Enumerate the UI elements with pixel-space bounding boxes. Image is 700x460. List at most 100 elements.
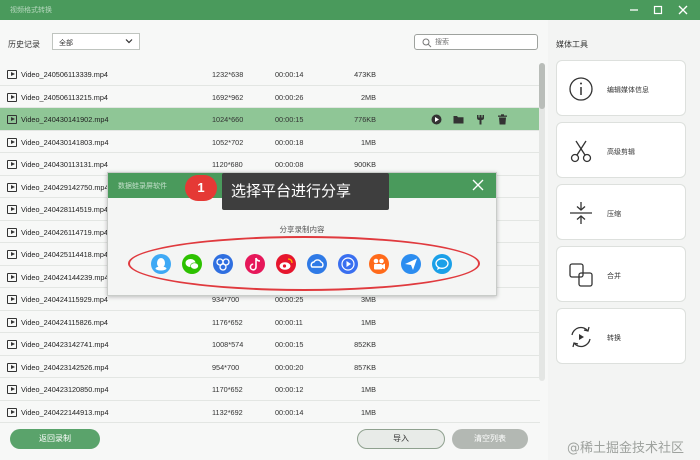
media-tools-title: 媒体工具 <box>556 40 588 49</box>
filter-select[interactable]: 全部 <box>52 33 140 50</box>
scrollbar-thumb[interactable] <box>539 63 545 109</box>
video-file-icon <box>7 115 17 124</box>
file-duration: 00:00:18 <box>275 137 304 147</box>
tool-label: 转换 <box>607 335 621 342</box>
video-file-icon <box>7 227 17 237</box>
table-row[interactable]: Video_240506113339.mp4 1232*638 00:00:14 47… <box>0 63 540 86</box>
video-file-icon <box>7 92 17 102</box>
file-duration: 00:00:14 <box>275 407 304 417</box>
chat-bubble-icon[interactable] <box>431 254 452 274</box>
tool-edit-media-info[interactable]: 编辑媒体信息 <box>556 60 686 116</box>
maximize-icon[interactable] <box>651 3 665 17</box>
tool-compress[interactable]: 压缩 <box>556 184 686 240</box>
filter-value: 全部 <box>59 40 73 47</box>
history-label: 历史记录 <box>8 40 40 49</box>
info-icon <box>569 77 593 101</box>
file-size: 2MB <box>360 92 376 102</box>
table-row[interactable]: Video_240506113215.mp4 1692*962 00:00:26 2M… <box>0 85 540 108</box>
weibo-icon[interactable] <box>275 254 296 274</box>
clear-list-button[interactable]: 清空列表 <box>452 429 528 449</box>
file-duration: 00:00:15 <box>275 340 304 349</box>
folder-icon[interactable] <box>453 114 464 125</box>
file-resolution: 1176*652 <box>212 317 243 327</box>
callout-text: 选择平台进行分享 <box>222 173 389 210</box>
app-title: 视频格式转换 <box>10 7 52 14</box>
file-duration: 00:00:15 <box>275 115 304 124</box>
file-name: Video_240425114418.mp4 <box>21 250 108 259</box>
share-title: 分享录制内容 <box>279 225 325 234</box>
video-file-icon <box>7 182 17 192</box>
file-name: Video_240422144913.mp4 <box>21 407 109 417</box>
video-file-icon <box>7 317 17 327</box>
video-file-icon <box>7 160 17 169</box>
table-row[interactable]: Video_240422144913.mp4 1132*692 00:00:14 1M… <box>0 400 540 423</box>
tool-merge[interactable]: 合并 <box>556 246 686 302</box>
scissors-icon <box>570 140 592 163</box>
close-icon[interactable] <box>472 179 484 191</box>
video-file-icon <box>7 205 17 214</box>
search-box[interactable] <box>414 34 538 50</box>
tools-icon[interactable] <box>475 114 486 125</box>
file-resolution: 934*700 <box>212 295 240 304</box>
file-size: 3MB <box>360 295 376 304</box>
tool-convert[interactable]: 转换 <box>556 308 686 364</box>
video-file-icon <box>7 362 17 372</box>
dialog-title: 数据蛙录屏软件 <box>118 183 167 190</box>
file-name: Video_240423142741.mp4 <box>21 340 109 349</box>
minimize-icon[interactable] <box>627 3 641 17</box>
compress-icon <box>570 202 592 224</box>
video-file-icon <box>7 340 17 349</box>
file-resolution: 954*700 <box>212 362 240 372</box>
file-resolution: 1692*962 <box>212 92 244 102</box>
file-resolution: 1170*652 <box>212 385 243 394</box>
file-name: Video_240424144239.mp4 <box>21 272 109 282</box>
table-row[interactable]: Video_240423120850.mp4 1170*652 00:00:12 1M… <box>0 378 540 401</box>
play-icon[interactable] <box>431 114 442 125</box>
file-name: Video_240426114719.mp4 <box>21 227 108 237</box>
file-resolution: 1120*680 <box>212 160 243 169</box>
file-duration: 00:00:20 <box>275 362 304 372</box>
wechat-icon[interactable] <box>182 254 203 274</box>
table-row[interactable]: Video_240423142741.mp4 1008*574 00:00:15 85… <box>0 333 540 356</box>
video-file-icon <box>7 407 17 417</box>
tool-advanced-cut[interactable]: 高级剪辑 <box>556 122 686 178</box>
tool-label: 高级剪辑 <box>607 149 635 156</box>
cloud-icon[interactable] <box>307 254 327 274</box>
file-name: Video_240430141803.mp4 <box>21 137 109 147</box>
trash-icon[interactable] <box>497 114 508 125</box>
video-file-icon <box>7 295 17 304</box>
table-row[interactable]: Video_240424115826.mp4 1176*652 00:00:11 1M… <box>0 310 540 333</box>
file-name: Video_240430141902.mp4 <box>21 115 109 124</box>
file-size: 857KB <box>354 362 376 372</box>
file-name: Video_240424115826.mp4 <box>21 317 108 327</box>
baidu-icon[interactable] <box>213 254 234 274</box>
kuaishou-icon[interactable] <box>369 254 390 274</box>
qq-icon[interactable] <box>151 254 171 274</box>
video-play-icon[interactable] <box>338 254 359 274</box>
send-icon[interactable] <box>400 254 421 274</box>
file-resolution: 1052*702 <box>212 137 244 147</box>
file-size: 1MB <box>360 317 376 327</box>
row-actions <box>431 114 511 126</box>
scrollbar[interactable] <box>539 63 545 381</box>
file-name: Video_240429142750.mp4 <box>21 182 109 192</box>
title-bar: 视频格式转换 <box>0 0 700 20</box>
file-duration: 00:00:11 <box>275 317 303 327</box>
table-row[interactable]: Video_240423142526.mp4 954*700 00:00:20 857… <box>0 355 540 378</box>
table-row[interactable]: Video_240430141803.mp4 1052*702 00:00:18 1M… <box>0 130 540 153</box>
table-row[interactable]: Video_240430141902.mp4 1024*660 00:00:15 77… <box>0 108 540 131</box>
file-name: Video_240423142526.mp4 <box>21 362 109 372</box>
video-file-icon <box>7 272 17 282</box>
douyin-icon[interactable] <box>244 254 265 274</box>
file-name: Video_240430113131.mp4 <box>21 160 108 169</box>
file-size: 473KB <box>354 70 376 79</box>
search-input[interactable] <box>435 37 531 48</box>
close-icon[interactable] <box>676 3 690 17</box>
tool-label: 合并 <box>607 273 621 280</box>
import-button[interactable]: 导入 <box>357 429 445 449</box>
file-size: 852KB <box>354 340 376 349</box>
chevron-down-icon <box>125 39 133 44</box>
file-name: Video_240506113215.mp4 <box>21 92 108 102</box>
back-to-record-button[interactable]: 返回录制 <box>10 429 100 449</box>
file-size: 1MB <box>360 407 376 417</box>
